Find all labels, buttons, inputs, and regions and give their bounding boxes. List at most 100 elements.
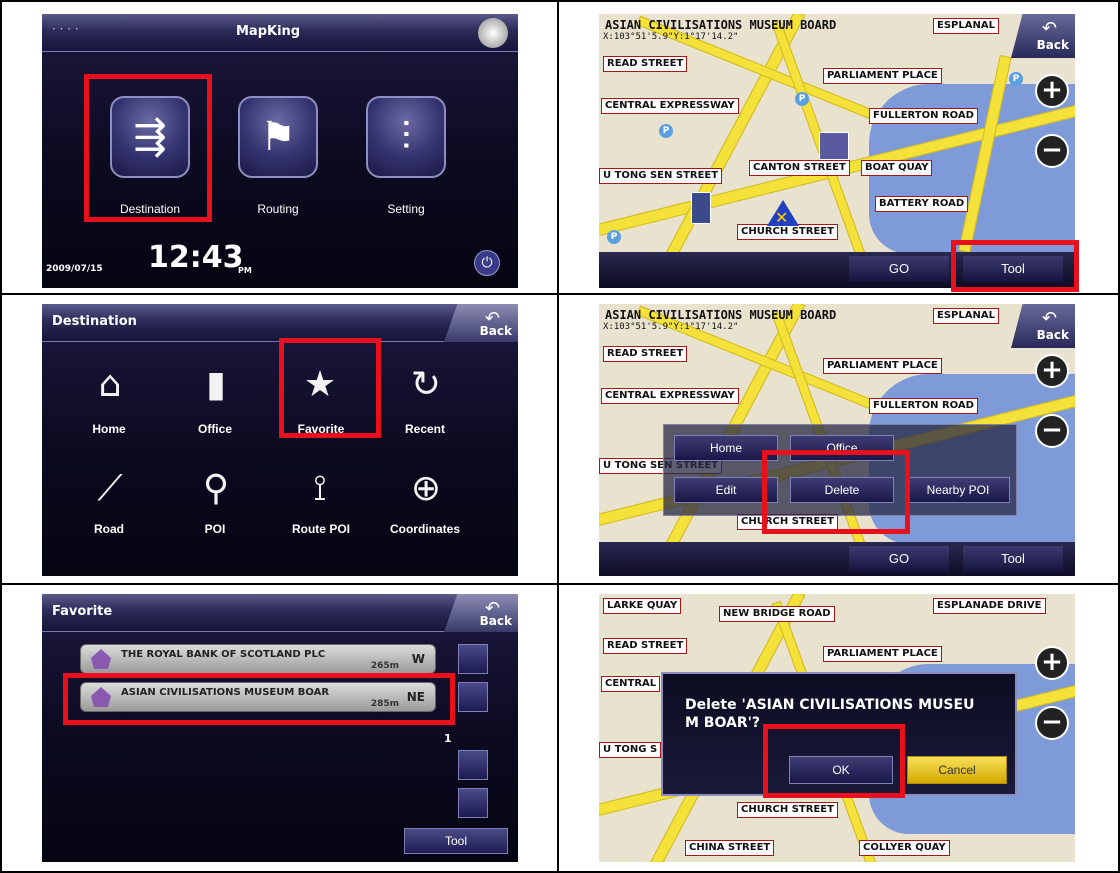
grid-middle xyxy=(557,0,559,873)
route-poi-label: Route POI xyxy=(291,522,350,536)
location-pin-icon xyxy=(91,687,111,707)
go-button[interactable]: GO xyxy=(849,546,949,572)
plus-icon: + xyxy=(1041,355,1063,385)
building-icon xyxy=(691,192,711,224)
parking-icon: P xyxy=(659,124,673,138)
street-larke-quay: LARKE QUAY xyxy=(603,598,682,614)
favorite-name: ASIAN CIVILISATIONS MUSEUM BOAR xyxy=(121,687,330,698)
favorite-direction: NE xyxy=(406,690,425,704)
road-flag-icon: ⚑ xyxy=(260,114,296,160)
map-screen-3: LARKE QUAY NEW BRIDGE ROAD ESPLANADE DRI… xyxy=(599,594,1075,862)
street-boat-quay: BOAT QUAY xyxy=(861,160,933,176)
grid-row1 xyxy=(0,293,1120,295)
map-canvas[interactable]: P P P P X:103°51'5.9"Y:1°17'14.2" ASIAN … xyxy=(599,14,1075,288)
scroll-up-button[interactable] xyxy=(458,644,488,674)
main-menu-screen: MapKing · · · · ⇶ Destination ⚑ Routing … xyxy=(42,14,518,288)
popup-nearby-poi-button[interactable]: Nearby POI xyxy=(906,477,1010,503)
road-icon[interactable]: ⟋ xyxy=(80,464,140,514)
favorite-star-icon[interactable]: ★ xyxy=(290,360,350,410)
magnifier-icon[interactable]: ⚲ xyxy=(186,464,246,514)
parking-icon: P xyxy=(1009,72,1023,86)
street-canton-street: CANTON STREET xyxy=(749,160,850,176)
main-menu-header: MapKing · · · · xyxy=(42,14,518,52)
office-building-icon[interactable]: ▮ xyxy=(186,360,246,410)
plus-icon: + xyxy=(1041,647,1063,677)
street-battery-road: BATTERY ROAD xyxy=(875,196,969,212)
street-read-street: READ STREET xyxy=(603,638,688,654)
popup-edit-button[interactable]: Edit xyxy=(674,477,778,503)
tool-button[interactable]: Tool xyxy=(963,256,1063,282)
road-label: Road xyxy=(94,522,124,536)
map-canvas[interactable]: LARKE QUAY NEW BRIDGE ROAD ESPLANADE DRI… xyxy=(599,594,1075,862)
globe-icon xyxy=(478,18,508,48)
zoom-out-button[interactable]: − xyxy=(1035,134,1069,168)
power-icon: ⏻ xyxy=(481,255,493,271)
ok-button[interactable]: OK xyxy=(789,756,893,784)
scroll-page-up-button[interactable] xyxy=(458,682,488,712)
routing-label: Routing xyxy=(257,202,299,216)
back-arrow-icon: ↶ xyxy=(1041,18,1057,39)
clock-text: 12:43 xyxy=(148,240,244,275)
favorite-distance: 285m xyxy=(370,699,399,709)
favorite-label: Favorite xyxy=(297,422,345,436)
selected-place-title: ASIAN CIVILISATIONS MUSEUM BOARD xyxy=(605,18,837,32)
location-pin-icon xyxy=(91,649,111,669)
recent-icon[interactable]: ↻ xyxy=(396,360,456,410)
map-canvas[interactable]: X:103°51'5.9"Y:1°17'14.2" ASIAN CIVILISA… xyxy=(599,304,1075,576)
zoom-out-button[interactable]: − xyxy=(1035,414,1069,448)
parking-icon: P xyxy=(795,92,809,106)
street-fullerton-road: FULLERTON ROAD xyxy=(869,398,978,414)
scroll-page-down-button[interactable] xyxy=(458,750,488,780)
power-button[interactable]: ⏻ xyxy=(474,250,500,276)
popup-delete-button[interactable]: Delete xyxy=(790,477,894,503)
recent-label: Recent xyxy=(404,422,445,436)
favorite-screen: Favorite ↶ Back THE ROYAL BANK OF SCOTLA… xyxy=(42,594,518,862)
destination-button[interactable]: ⇶ xyxy=(110,96,190,178)
zoom-in-button[interactable]: + xyxy=(1035,354,1069,388)
setting-button[interactable]: ⫶ xyxy=(366,96,446,178)
tutorial-sheet: MapKing · · · · ⇶ Destination ⚑ Routing … xyxy=(0,0,1120,873)
routing-button[interactable]: ⚑ xyxy=(238,96,318,178)
office-label: Office xyxy=(197,422,232,436)
street-parliament-place: PARLIAMENT PLACE xyxy=(823,646,942,662)
street-parliament-place: PARLIAMENT PLACE xyxy=(823,358,942,374)
street-church-street: CHURCH STREET xyxy=(737,514,838,530)
zoom-out-button[interactable]: − xyxy=(1035,706,1069,740)
favorite-row[interactable]: ASIAN CIVILISATIONS MUSEUM BOAR 285m NE xyxy=(80,682,436,712)
favorite-direction: W xyxy=(411,652,425,666)
favorite-distance: 265m xyxy=(370,661,399,671)
compass-icon[interactable]: ⊕ xyxy=(396,464,456,514)
zoom-in-button[interactable]: + xyxy=(1035,646,1069,680)
popup-home-button[interactable]: Home xyxy=(674,435,778,461)
street-esplanade-drive: ESPLANADE DRIVE xyxy=(933,598,1046,614)
destination-label: Destination xyxy=(119,202,181,216)
street-new-bridge-road: NEW BRIDGE ROAD xyxy=(719,606,835,622)
scroll-down-button[interactable] xyxy=(458,788,488,818)
parking-icon: P xyxy=(607,230,621,244)
date-text: 2009/07/15 xyxy=(46,264,103,274)
minus-icon: − xyxy=(1041,707,1063,737)
popup-office-button[interactable]: Office xyxy=(790,435,894,461)
setting-label: Setting xyxy=(387,202,425,216)
favorite-name: THE ROYAL BANK OF SCOTLAND PLC xyxy=(121,649,326,660)
go-button[interactable]: GO xyxy=(849,256,949,282)
home-icon[interactable]: ⌂ xyxy=(80,360,140,410)
back-label: Back xyxy=(1036,328,1069,342)
favorite-row[interactable]: THE ROYAL BANK OF SCOTLAND PLC 265m W xyxy=(80,644,436,674)
street-u-tong-s: U TONG S xyxy=(599,742,662,758)
map-bottom-bar: GO Tool xyxy=(599,542,1075,576)
zoom-in-button[interactable]: + xyxy=(1035,74,1069,108)
grid-row2 xyxy=(0,583,1120,585)
favorite-poi-icon xyxy=(819,132,849,160)
back-label: Back xyxy=(479,614,512,628)
route-poi-icon[interactable]: ⟟ xyxy=(290,464,350,514)
tool-button[interactable]: Tool xyxy=(404,828,508,854)
back-label: Back xyxy=(479,324,512,338)
street-central-expressway: CENTRAL EXPRESSWAY xyxy=(601,98,739,114)
destination-screen: Destination ↶ Back ⌂ Home ▮ Office ★ Fav… xyxy=(42,304,518,576)
back-arrow-icon: ↶ xyxy=(1041,308,1057,329)
street-fullerton-road: FULLERTON ROAD xyxy=(869,108,978,124)
grid-left xyxy=(0,0,2,873)
tool-button[interactable]: Tool xyxy=(963,546,1063,572)
cancel-button[interactable]: Cancel xyxy=(907,756,1007,784)
